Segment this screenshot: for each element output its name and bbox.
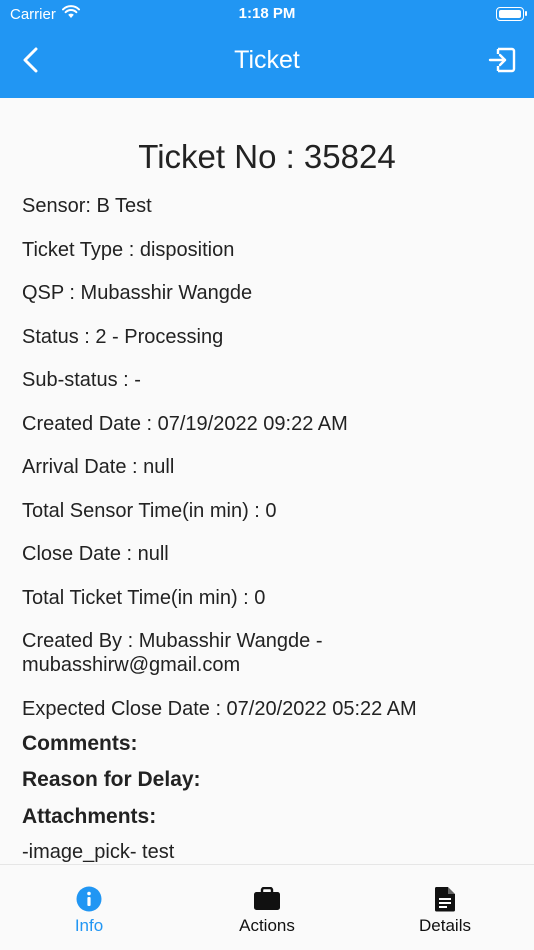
comments-heading: Comments: (22, 731, 138, 755)
ticket-number-heading: Ticket No : 35824 (138, 138, 396, 175)
document-icon (431, 885, 459, 913)
app-bar: Carrier 1:18 PM Ticket (0, 0, 534, 98)
sensor-line: Sensor: B Test (22, 195, 152, 217)
total-ticket-time-line: Total Ticket Time(in min) : 0 (22, 586, 266, 609)
ticket-info-list: Sensor: B Test Ticket Type : disposition… (0, 194, 534, 864)
status-bar: Carrier 1:18 PM (0, 0, 534, 30)
attachments-heading: Attachments: (22, 804, 157, 828)
reason-for-delay-heading: Reason for Delay: (22, 768, 201, 791)
tab-info[interactable]: Info (0, 865, 178, 950)
close-date-line: Close Date : null (22, 543, 169, 565)
info-icon (75, 885, 103, 913)
clock: 1:18 PM (238, 5, 296, 22)
arrival-date-line: Arrival Date : null (22, 456, 175, 478)
briefcase-icon (253, 885, 281, 913)
logout-icon (488, 47, 516, 78)
created-date-line: Created Date : 07/19/2022 09:22 AM (22, 412, 348, 435)
tab-details[interactable]: Details (356, 865, 534, 950)
tab-actions-label: Actions (239, 916, 295, 935)
tab-details-label: Details (419, 916, 471, 935)
page-title: Ticket (234, 46, 300, 74)
logout-button[interactable] (486, 46, 518, 78)
total-sensor-time-line: Total Sensor Time(in min) : 0 (22, 499, 277, 522)
qsp-line: QSP : Mubasshir Wangde (22, 282, 253, 304)
sub-status-line: Sub-status : - (22, 369, 141, 391)
battery-icon (496, 7, 527, 21)
tab-actions[interactable]: Actions (178, 865, 356, 950)
created-by-line: Created By : Mubasshir Wangde - mubasshi… (22, 630, 323, 676)
tab-info-label: Info (74, 916, 104, 935)
ticket-type-line: Ticket Type : disposition (22, 238, 235, 261)
status-line: Status : 2 - Processing (22, 325, 224, 348)
bottom-nav: Info Actions Details (0, 864, 534, 950)
attachment-item[interactable]: -image_pick- test (22, 840, 512, 864)
ticket-details[interactable]: Ticket No : 35824 Sensor: B Test Ticket … (0, 98, 534, 864)
nav-row: Ticket (0, 40, 534, 84)
expected-close-date-line: Expected Close Date : 07/20/2022 05:22 A… (22, 697, 417, 720)
